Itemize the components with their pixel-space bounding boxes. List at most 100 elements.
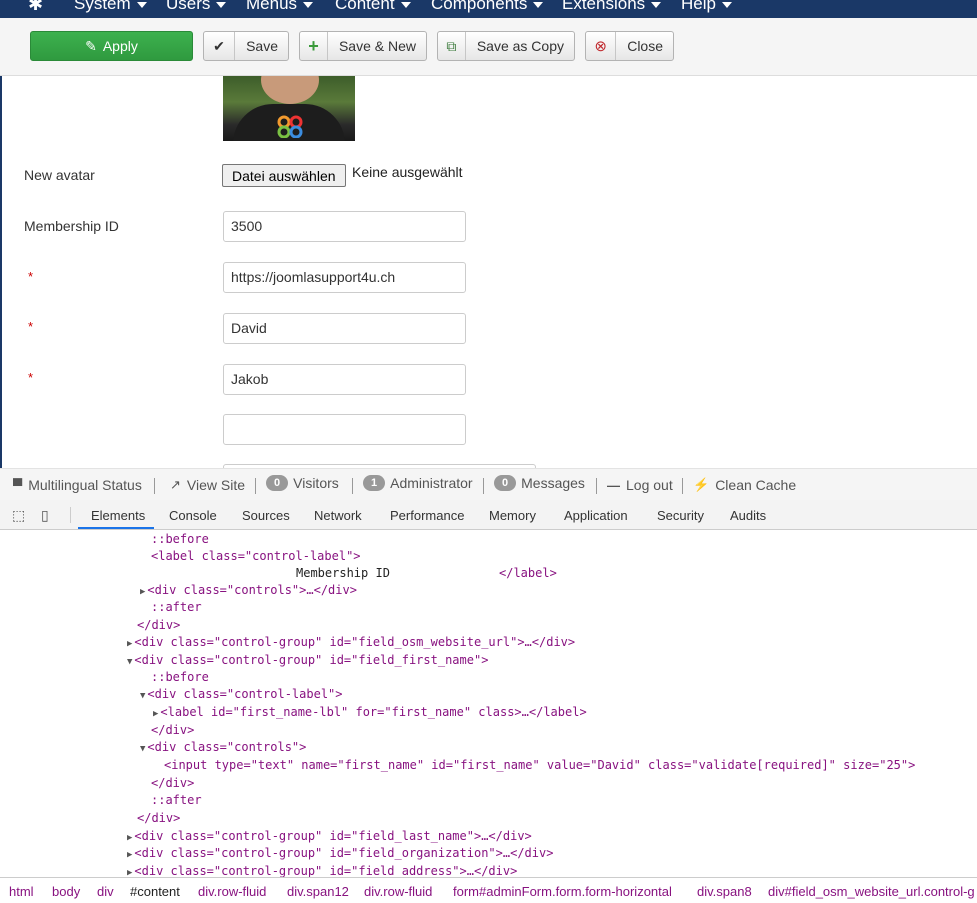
copy-icon: ⧉	[438, 32, 466, 60]
membership-id-label: Membership ID	[24, 218, 119, 234]
dom-node[interactable]: ::after	[151, 599, 202, 616]
last-name-field[interactable]: Jakob	[223, 364, 466, 395]
close-circle-icon: ⊗	[586, 32, 617, 60]
clean-cache-link[interactable]: ⚡ Clean Cache	[693, 477, 796, 493]
organization-field[interactable]	[223, 414, 466, 445]
dom-node[interactable]: ▶ <div class="controls">…</div>	[140, 582, 357, 599]
dom-node[interactable]: ▶ <div class="control-group" id="field_os…	[127, 634, 575, 651]
menu-components[interactable]: Components	[431, 0, 544, 14]
tab-memory[interactable]: Memory	[489, 508, 536, 523]
breadcrumb-item[interactable]: div.span12	[287, 884, 349, 899]
expand-arrow-icon[interactable]: ▶	[127, 833, 132, 843]
dom-node[interactable]: ▼ <div class="control-group" id="field_fi…	[127, 652, 488, 669]
device-toolbar-icon[interactable]: ▯	[41, 507, 49, 524]
menu-help[interactable]: Help	[681, 0, 732, 14]
membership-id-field[interactable]: 3500	[223, 211, 466, 242]
dom-node-text: <div class="controls">…</div>	[147, 583, 357, 597]
expand-arrow-icon[interactable]: ▶	[153, 709, 158, 719]
menu-users[interactable]: Users	[166, 0, 227, 14]
dom-node[interactable]: </div>	[137, 617, 180, 634]
breadcrumb-item[interactable]: body	[52, 884, 80, 899]
dom-node-text: <div class="control-group" id="field_add…	[134, 864, 518, 877]
dom-node[interactable]: </label>	[499, 565, 557, 582]
visitors-label: Visitors	[293, 475, 339, 491]
collapse-arrow-icon[interactable]: ▼	[140, 691, 145, 701]
save-new-button[interactable]: + Save & New	[299, 31, 427, 61]
apply-button[interactable]: ✎ Apply	[30, 31, 193, 61]
save-copy-button[interactable]: ⧉ Save as Copy	[437, 31, 575, 61]
divider	[70, 507, 71, 523]
first-name-field[interactable]: David	[223, 313, 466, 344]
dom-node-text: <div class="control-group" id="field_las…	[134, 829, 532, 843]
collapse-arrow-icon[interactable]: ▼	[127, 657, 132, 667]
menu-content[interactable]: Content	[335, 0, 411, 14]
dom-node[interactable]: ::before	[151, 669, 209, 686]
website-url-field[interactable]: https://joomlasupport4u.ch	[223, 262, 466, 293]
inspect-element-icon[interactable]: ⬚	[12, 507, 25, 524]
dom-node[interactable]: ::after	[151, 792, 202, 809]
visitors-count-badge: 0	[266, 475, 289, 491]
breadcrumb-item[interactable]: div#field_osm_website_url.control-g	[768, 884, 975, 899]
messages-link[interactable]: 0 Messages	[494, 475, 585, 491]
dom-node[interactable]: ▶ <div class="control-group" id="field_ad…	[127, 863, 517, 877]
dom-node[interactable]: ::before	[151, 531, 209, 548]
visitors-link[interactable]: 0 Visitors	[266, 475, 339, 491]
comment-icon: ▀	[13, 477, 23, 493]
dom-node[interactable]: <input type="text" name="first_name" id=…	[164, 757, 915, 774]
close-button[interactable]: ⊗ Close	[585, 31, 674, 61]
tab-network[interactable]: Network	[314, 508, 362, 523]
menu-label: Content	[335, 0, 395, 13]
menu-extensions[interactable]: Extensions	[562, 0, 662, 14]
close-label: Close	[627, 38, 663, 54]
choose-file-button[interactable]: Datei auswählen	[222, 164, 346, 187]
admin-status-bar: ▀ Multilingual Status ↗ View Site 0 Visitor…	[0, 468, 977, 500]
expand-arrow-icon[interactable]: ▶	[140, 587, 145, 597]
menu-system[interactable]: System	[74, 0, 147, 14]
divider	[352, 478, 353, 494]
dom-node-text: <div class="control-label">	[147, 687, 343, 701]
menu-label: Help	[681, 0, 716, 13]
top-menu-bar: ✱ System Users Menus Content Components …	[0, 0, 977, 18]
tab-audits[interactable]: Audits	[730, 508, 766, 523]
breadcrumb-item[interactable]: #content	[130, 884, 180, 899]
tab-sources[interactable]: Sources	[242, 508, 290, 523]
dom-node[interactable]: ▶ <label id="first_name-lbl" for="first_n…	[153, 704, 587, 721]
menu-label: Extensions	[562, 0, 646, 13]
tab-elements[interactable]: Elements	[91, 508, 145, 523]
menu-label: System	[74, 0, 131, 13]
tab-console[interactable]: Console	[169, 508, 217, 523]
dom-node[interactable]: ▶ <div class="control-group" id="field_or…	[127, 845, 553, 862]
breadcrumb-item[interactable]: div.row-fluid	[364, 884, 432, 899]
dom-breadcrumb: html body div #content div.row-fluid div…	[0, 877, 977, 903]
dom-node[interactable]: ▼ <div class="control-label">	[140, 686, 343, 703]
dom-node[interactable]: ▼ <div class="controls">	[140, 739, 306, 756]
dom-node[interactable]: </div>	[151, 722, 194, 739]
dom-node[interactable]: </div>	[151, 775, 194, 792]
dom-node[interactable]: </div>	[137, 810, 180, 827]
divider	[255, 478, 256, 494]
menu-label: Users	[166, 0, 211, 13]
joomla-logo-icon[interactable]: ✱	[28, 0, 43, 15]
tab-application[interactable]: Application	[564, 508, 628, 523]
divider	[483, 478, 484, 494]
expand-arrow-icon[interactable]: ▶	[127, 868, 132, 877]
view-site-link[interactable]: ↗ View Site	[170, 477, 245, 493]
tab-performance[interactable]: Performance	[390, 508, 464, 523]
breadcrumb-item[interactable]: form#adminForm.form.form-horizontal	[453, 884, 672, 899]
menu-menus[interactable]: Menus	[246, 0, 314, 14]
dom-node[interactable]: <label class="control-label">	[151, 548, 361, 565]
logout-link[interactable]: — Log out	[607, 477, 673, 493]
breadcrumb-item[interactable]: div	[97, 884, 114, 899]
expand-arrow-icon[interactable]: ▶	[127, 639, 132, 649]
tab-security[interactable]: Security	[657, 508, 704, 523]
breadcrumb-item[interactable]: div.row-fluid	[198, 884, 266, 899]
breadcrumb-item[interactable]: html	[9, 884, 34, 899]
collapse-arrow-icon[interactable]: ▼	[140, 744, 145, 754]
multilingual-status-link[interactable]: ▀ Multilingual Status	[13, 477, 142, 493]
dom-text-node[interactable]: Membership ID	[296, 565, 390, 582]
administrator-link[interactable]: 1 Administrator	[363, 475, 473, 491]
dom-node[interactable]: ▶ <div class="control-group" id="field_la…	[127, 828, 532, 845]
breadcrumb-item[interactable]: div.span8	[697, 884, 752, 899]
expand-arrow-icon[interactable]: ▶	[127, 850, 132, 860]
save-button[interactable]: ✔ Save	[203, 31, 289, 61]
